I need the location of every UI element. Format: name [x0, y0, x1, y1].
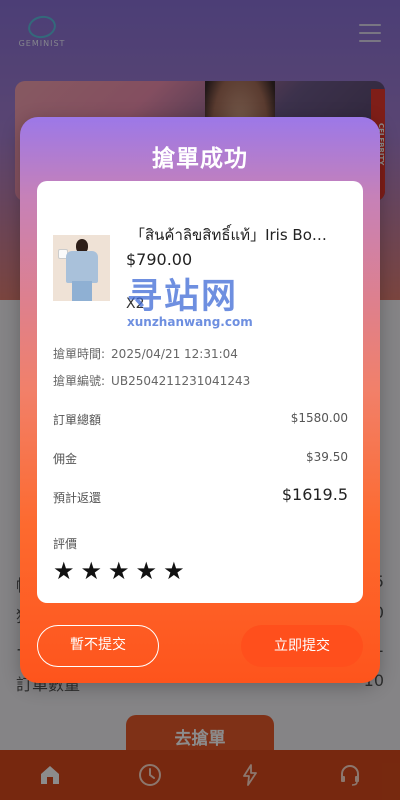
order-total-value: $1580.00: [290, 411, 348, 425]
submit-now-button[interactable]: 立即提交: [241, 625, 363, 667]
order-no-label: 搶單編號:: [53, 374, 106, 388]
order-time-value: 2025/04/21 12:31:04: [111, 347, 238, 361]
order-total-row: 訂單總額 $1580.00: [53, 411, 348, 428]
order-detail-card: 「สินค้าลิขสิทธิ์แท้」Iris Bo… $790.00 X2 …: [37, 181, 363, 603]
watermark: 寻站网 xunzhanwang.com: [127, 277, 253, 329]
order-total-label: 訂單總額: [53, 413, 102, 427]
commission-value: $39.50: [306, 450, 348, 464]
not-submit-button[interactable]: 暫不提交: [37, 625, 159, 667]
expected-return-row: 預計返還 $1619.5: [53, 485, 348, 506]
commission-label: 佣金: [53, 452, 78, 466]
star-icon[interactable]: ★: [163, 559, 185, 583]
order-time-label: 搶單時間:: [53, 347, 106, 361]
product-image: [53, 235, 110, 301]
order-time-row: 搶單時間: 2025/04/21 12:31:04: [53, 345, 238, 362]
expected-return-label: 預計返還: [53, 491, 102, 505]
star-icon[interactable]: ★: [108, 559, 130, 583]
star-icon[interactable]: ★: [53, 559, 75, 583]
star-icon[interactable]: ★: [81, 559, 103, 583]
expected-return-value: $1619.5: [281, 485, 348, 504]
commission-row: 佣金 $39.50: [53, 450, 348, 467]
product-name: 「สินค้าลิขสิทธิ์แท้」Iris Bo…: [130, 226, 327, 244]
order-success-modal: 搶單成功 「สินค้าลิขสิทธิ์แท้」Iris Bo… $790.0…: [20, 117, 380, 683]
rating-stars[interactable]: ★ ★ ★ ★ ★: [53, 559, 185, 583]
star-icon[interactable]: ★: [136, 559, 158, 583]
rating-label: 評價: [53, 537, 78, 551]
modal-title: 搶單成功: [152, 146, 248, 172]
order-no-value: UB2504211231041243: [111, 374, 251, 388]
product-price: $790.00: [126, 250, 193, 269]
order-no-row: 搶單編號: UB2504211231041243: [53, 372, 250, 389]
